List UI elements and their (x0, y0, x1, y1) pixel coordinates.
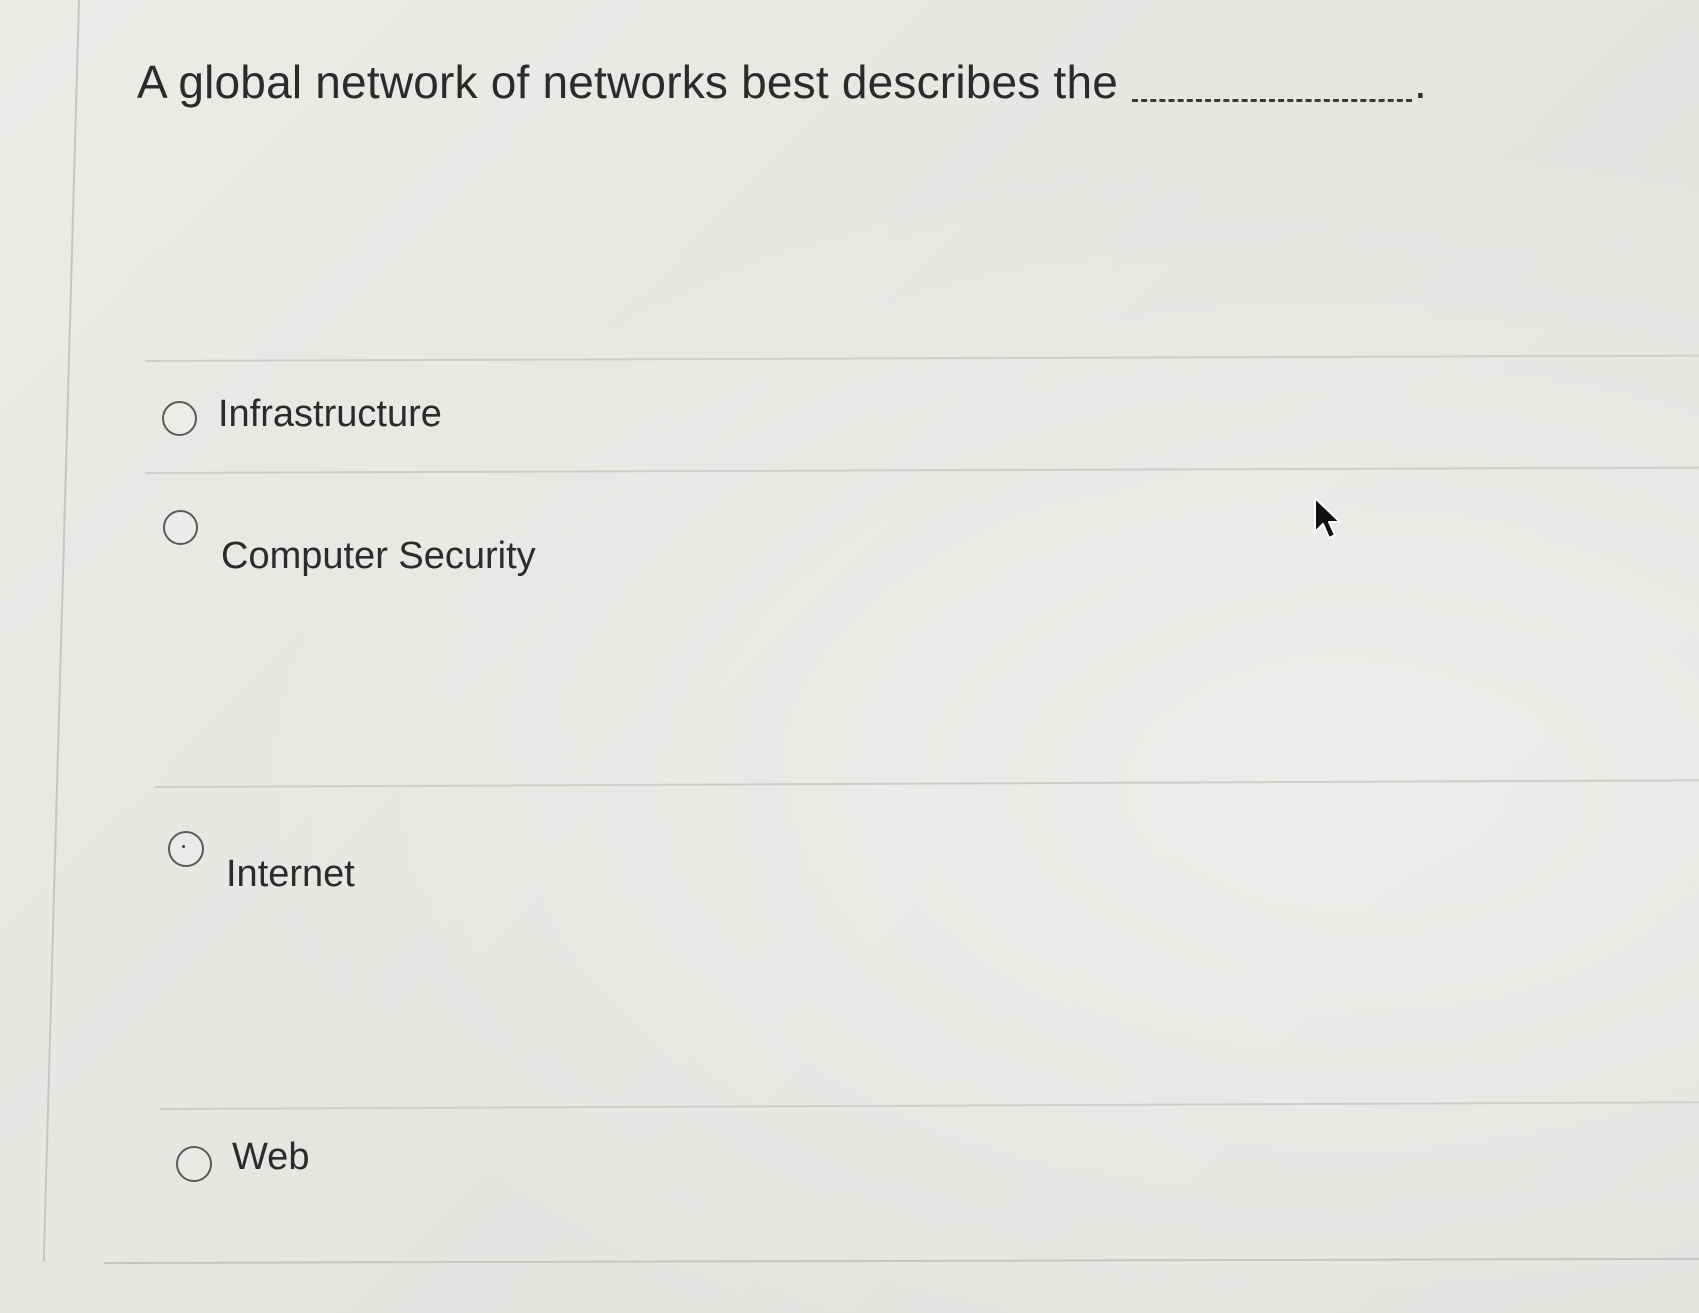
question-frame (0, 0, 1699, 1313)
option-label[interactable]: Infrastructure (218, 393, 442, 436)
question-period: . (1414, 56, 1428, 108)
mouse-pointer-icon (1314, 497, 1341, 539)
frame-bottom-border (103, 1257, 1699, 1264)
radio-button-icon[interactable] (176, 1146, 212, 1182)
option-label[interactable]: Web (232, 1136, 309, 1179)
quiz-screen: A global network of networks best descri… (0, 0, 1699, 1313)
radio-button-icon[interactable] (163, 510, 198, 545)
frame-left-border (42, 0, 80, 1262)
option-label[interactable]: Computer Security (221, 535, 536, 578)
answer-blank (1132, 99, 1413, 102)
question-text: A global network of networks best descri… (137, 56, 1119, 108)
radio-button-icon[interactable] (168, 831, 204, 867)
question-prompt: A global network of networks best descri… (137, 55, 1427, 109)
radio-button-icon[interactable] (162, 401, 197, 436)
option-label[interactable]: Internet (226, 853, 355, 896)
